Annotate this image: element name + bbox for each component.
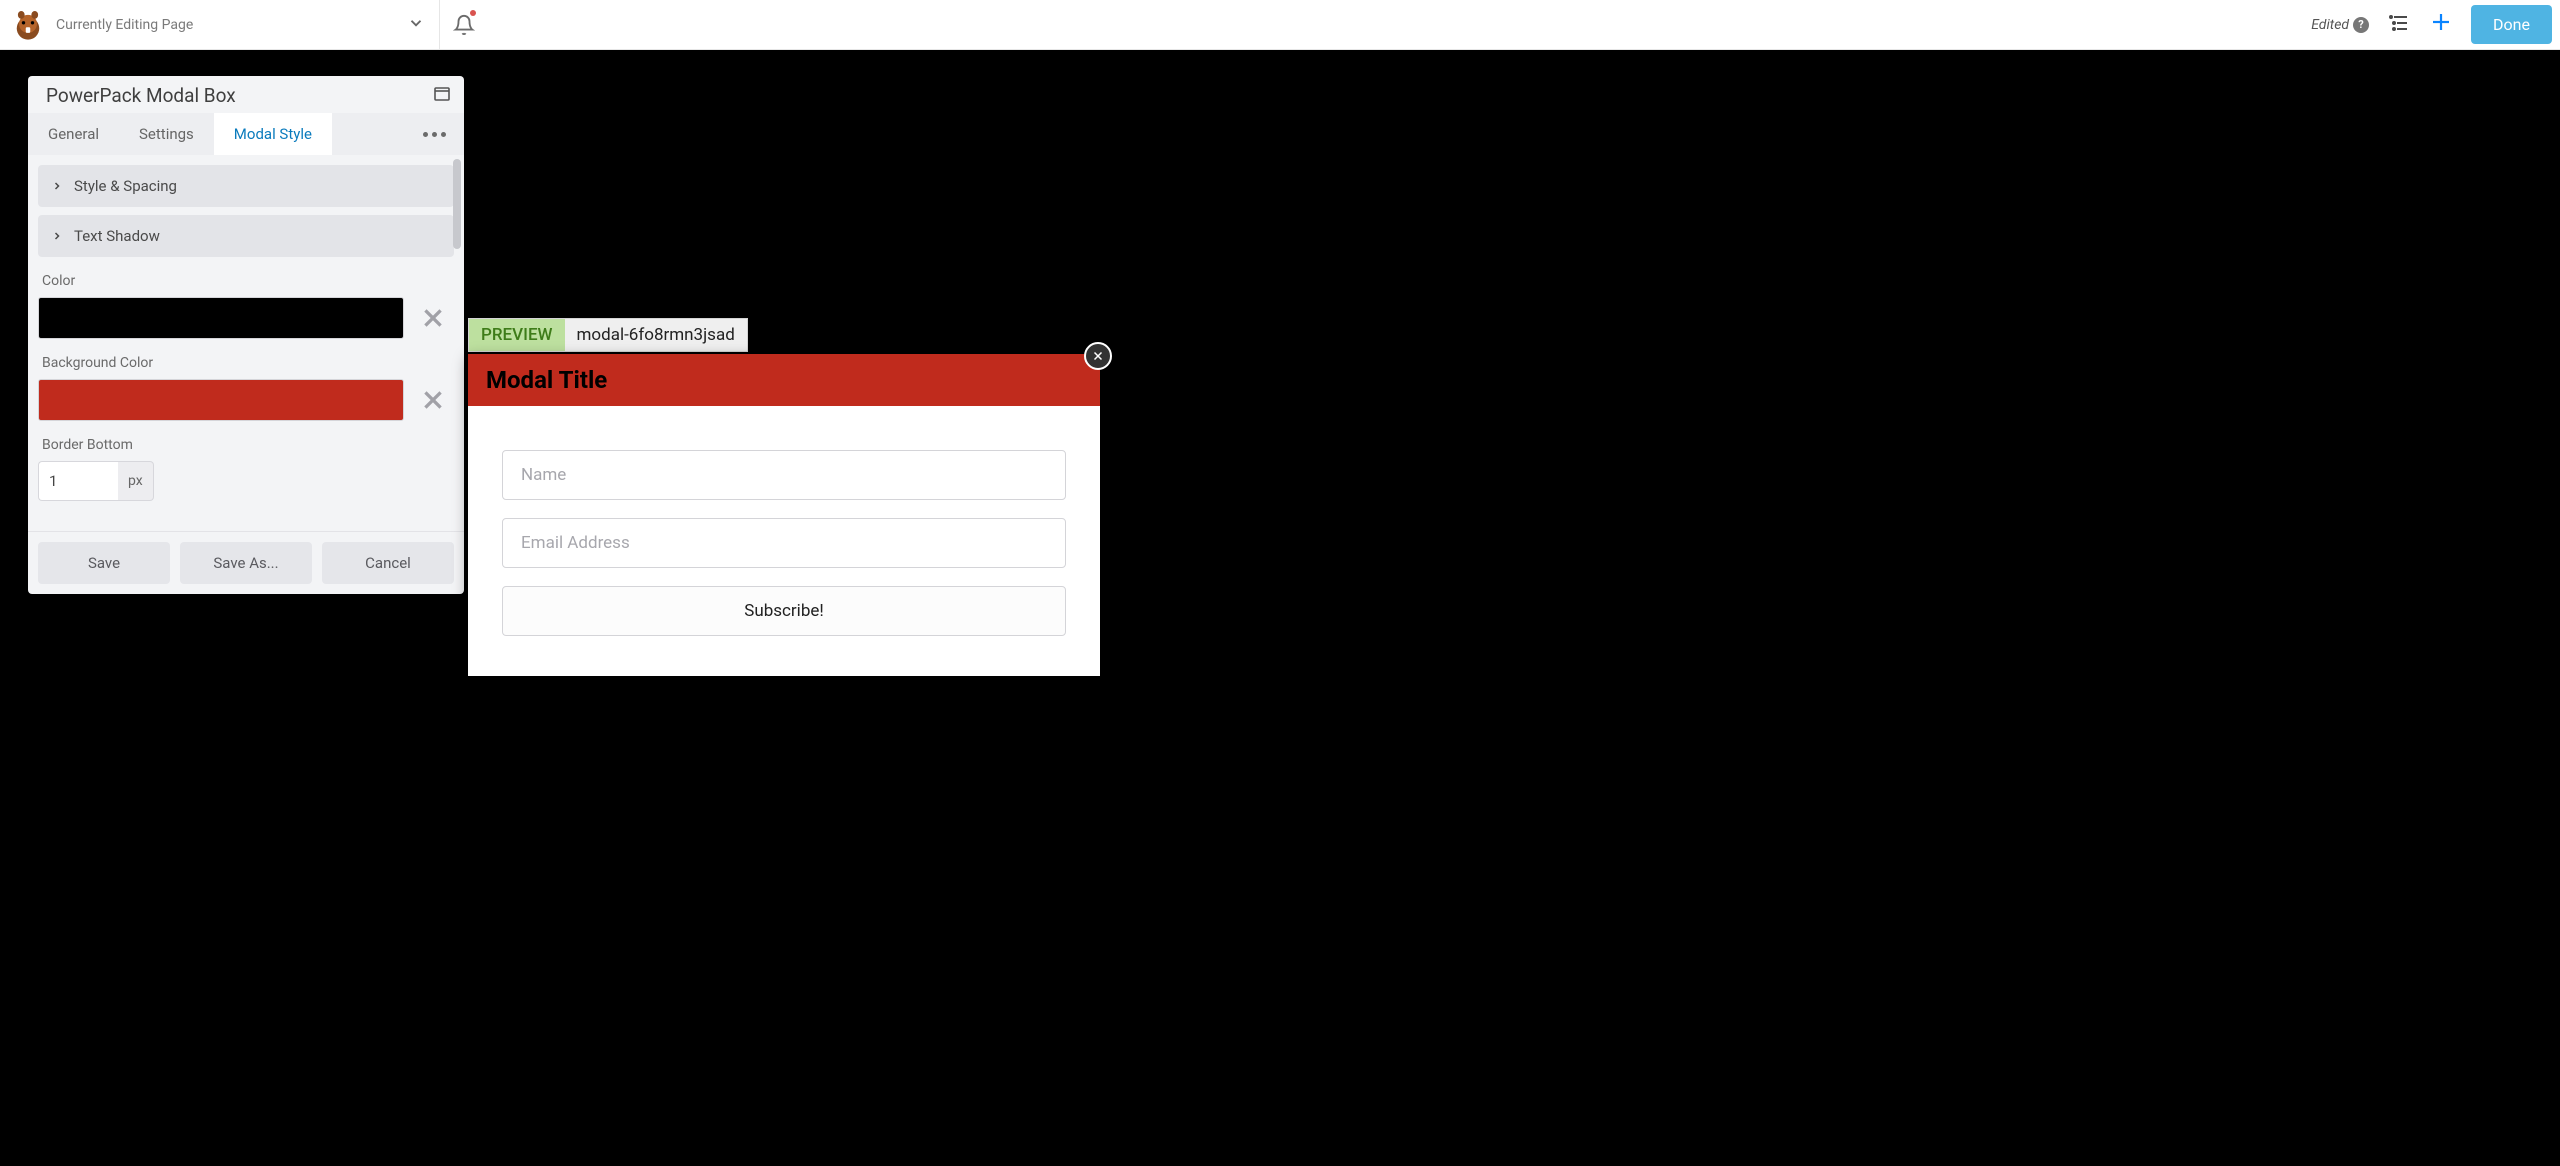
color-swatch[interactable] — [38, 297, 404, 339]
preview-id: modal-6fo8rmn3jsad — [565, 319, 747, 351]
border-bottom-unit: px — [118, 461, 154, 501]
bg-color-label: Background Color — [42, 355, 450, 371]
bg-color-clear-button[interactable] — [412, 379, 454, 421]
panel-footer: Save Save As... Cancel — [28, 531, 464, 594]
top-bar-right: Edited ? Done — [2311, 5, 2560, 44]
color-field — [38, 297, 454, 339]
accordion-label: Style & Spacing — [74, 177, 177, 195]
edited-status[interactable]: Edited ? — [2311, 17, 2369, 33]
accordion-style-spacing[interactable]: Style & Spacing — [38, 165, 454, 207]
panel-tabs: General Settings Modal Style — [28, 113, 464, 155]
bg-color-field — [38, 379, 454, 421]
cancel-button[interactable]: Cancel — [322, 542, 454, 584]
border-bottom-input[interactable] — [38, 461, 118, 501]
help-icon[interactable]: ? — [2353, 17, 2369, 33]
modal-title: Modal Title — [468, 354, 1100, 406]
color-clear-button[interactable] — [412, 297, 454, 339]
page-title-group[interactable]: Currently Editing Page — [8, 0, 440, 49]
more-dots-icon — [423, 132, 446, 137]
add-icon[interactable] — [2429, 8, 2453, 41]
save-as-button[interactable]: Save As... — [180, 542, 312, 584]
page-title: Currently Editing Page — [56, 17, 193, 33]
panel-title: PowerPack Modal Box — [46, 84, 236, 107]
notification-dot-icon — [470, 10, 476, 16]
edited-text: Edited — [2311, 17, 2349, 33]
window-icon[interactable] — [434, 86, 450, 105]
panel-body: Style & Spacing Text Shadow Color Backgr… — [28, 155, 464, 531]
top-bar: Currently Editing Page Edited ? — [0, 0, 2560, 50]
accordion-text-shadow[interactable]: Text Shadow — [38, 215, 454, 257]
color-label: Color — [42, 273, 450, 289]
border-bottom-label: Border Bottom — [42, 437, 450, 453]
beaver-logo-icon — [8, 5, 48, 45]
tab-settings[interactable]: Settings — [119, 113, 214, 155]
tab-more[interactable] — [405, 120, 464, 149]
chevron-down-icon[interactable] — [407, 14, 425, 36]
border-bottom-field: px — [38, 461, 454, 501]
done-button[interactable]: Done — [2471, 5, 2552, 44]
modal-close-button[interactable] — [1084, 342, 1112, 370]
save-button[interactable]: Save — [38, 542, 170, 584]
settings-panel: PowerPack Modal Box General Settings Mod… — [28, 76, 464, 594]
outline-icon[interactable] — [2387, 11, 2411, 39]
modal-body: Subscribe! — [468, 406, 1100, 676]
chevron-right-icon — [49, 230, 67, 242]
accordion-label: Text Shadow — [74, 227, 160, 245]
bg-color-swatch[interactable] — [38, 379, 404, 421]
tab-modal-style[interactable]: Modal Style — [214, 113, 332, 155]
subscribe-button[interactable]: Subscribe! — [502, 586, 1066, 636]
panel-header[interactable]: PowerPack Modal Box — [28, 76, 464, 113]
email-input[interactable] — [502, 518, 1066, 568]
scrollbar-thumb[interactable] — [453, 159, 461, 249]
preview-badge: PREVIEW — [469, 319, 565, 351]
preview-tag: PREVIEW modal-6fo8rmn3jsad — [468, 318, 748, 352]
notifications-button[interactable] — [440, 0, 488, 49]
tab-general[interactable]: General — [28, 113, 119, 155]
name-input[interactable] — [502, 450, 1066, 500]
editor-canvas: PowerPack Modal Box General Settings Mod… — [0, 50, 2560, 1166]
chevron-right-icon — [49, 180, 67, 192]
modal-preview: Modal Title Subscribe! — [468, 354, 1100, 676]
